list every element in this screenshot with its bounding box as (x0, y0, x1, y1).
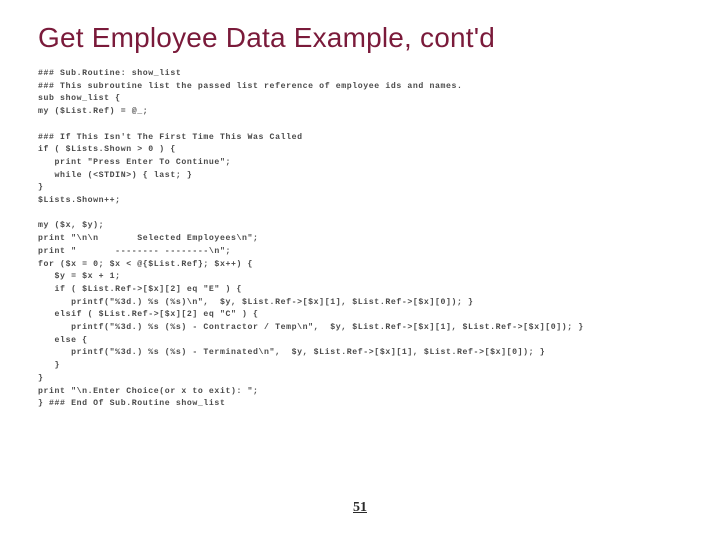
page-number: 51 (0, 500, 720, 516)
slide: Get Employee Data Example, cont'd ### Su… (0, 0, 720, 540)
page-title: Get Employee Data Example, cont'd (38, 22, 682, 54)
code-block: ### Sub.Routine: show_list ### This subr… (38, 68, 682, 411)
